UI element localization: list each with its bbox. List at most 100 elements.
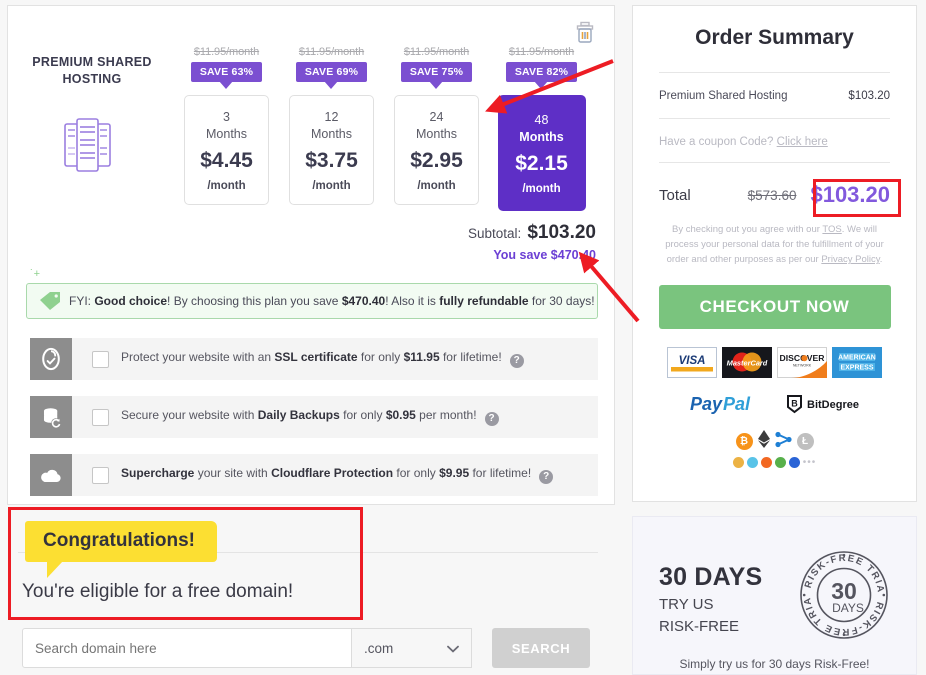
question-mark-icon[interactable]: ?: [509, 353, 524, 368]
search-input[interactable]: [22, 628, 352, 668]
congratulations-bubble: Congratulations!: [25, 521, 217, 578]
subtotal-label: Subtotal:: [468, 226, 522, 241]
database-backup-icon: [30, 396, 72, 438]
term-price: $2.15: [515, 151, 568, 175]
term-price: $2.95: [410, 148, 463, 172]
order-line-item: Premium Shared Hosting $103.20: [633, 90, 916, 102]
payment-logos: VISA MasterCard DISCOVER NETW: [633, 347, 916, 383]
term-months-number: 12: [324, 109, 339, 124]
addon-post-static-2: for lifetime!: [469, 466, 532, 481]
svg-text:EXPRESS: EXPRESS: [840, 365, 873, 372]
term-price: $3.75: [305, 148, 358, 172]
total-row: Total $573.60 $103.20: [633, 182, 916, 208]
term-period: /month: [312, 179, 351, 192]
ethereum-icon: [757, 430, 770, 453]
save-badge: SAVE 63%: [190, 62, 263, 82]
search-button[interactable]: SEARCH: [492, 628, 590, 668]
term-months-label: Months: [206, 126, 247, 141]
save-badge: SAVE 75%: [400, 62, 473, 82]
addon-bold-1: Daily Backups: [257, 408, 340, 423]
plan-title: PREMIUM SHARED HOSTING: [32, 55, 152, 86]
addon-post: per month!: [415, 408, 477, 423]
visa-icon: VISA: [667, 347, 717, 383]
term-period: /month: [417, 179, 456, 192]
term-options: $11.95/month SAVE 63% 3 Months $4.45 /mo…: [184, 46, 586, 211]
total-original-price: $573.60: [747, 187, 797, 203]
addon-bold-2: Cloudflare Protection: [271, 466, 394, 481]
privacy-policy-link[interactable]: Privacy Policy: [821, 254, 879, 265]
addon-label-cloudflare: Supercharge your site with Cloudflare Pr…: [121, 466, 554, 484]
order-summary-title: Order Summary: [695, 26, 854, 49]
addon-bold-price: $9.95: [439, 466, 470, 481]
term-card-48-months[interactable]: 48 Months $2.15 /month: [497, 95, 586, 211]
litecoin-icon: Ł: [796, 433, 814, 450]
question-mark-icon[interactable]: ?: [539, 469, 554, 484]
sparkle-decoration: ˙+: [30, 268, 41, 280]
addon-row-backups: Secure your website with Daily Backups f…: [30, 396, 598, 438]
term-card-3-months[interactable]: 3 Months $4.45 /month: [184, 95, 269, 205]
addon-bold-1: SSL certificate: [274, 350, 358, 365]
mastercard-icon: MasterCard: [722, 347, 772, 383]
chevron-down-icon: [447, 641, 459, 656]
old-price: $11.95/month: [298, 46, 365, 58]
old-price: $11.95/month: [403, 46, 470, 58]
addon-label-ssl: Protect your website with an SSL certifi…: [121, 350, 524, 368]
svg-text:NETWORK: NETWORK: [793, 364, 812, 368]
addon-label-backups: Secure your website with Daily Backups f…: [121, 408, 499, 426]
checkout-button[interactable]: CHECKOUT NOW: [658, 285, 891, 329]
trash-icon[interactable]: [574, 21, 596, 45]
order-summary-panel: Order Summary Premium Shared Hosting $10…: [632, 5, 917, 502]
total-final-price: $103.20: [810, 182, 890, 207]
term-card-24-months[interactable]: 24 Months $2.95 /month: [394, 95, 479, 205]
term-months-number: 24: [429, 109, 444, 124]
monero-icon: [760, 457, 772, 468]
addon-post: for lifetime!: [439, 350, 502, 365]
term-months-label: Months: [311, 126, 352, 141]
addon-mid: your site with: [194, 466, 272, 481]
addon-checkbox-backups[interactable]: [92, 408, 109, 426]
term-period: /month: [207, 179, 246, 192]
fyi-bold-2: $470.40: [341, 294, 386, 308]
addon-bold-2: $0.95: [385, 408, 416, 423]
total-label: Total: [659, 186, 691, 204]
fyi-bold-3: fully refundable: [439, 294, 529, 308]
addon-bold-1: Supercharge: [121, 466, 195, 481]
risk-free-trial-badge: RISK-FREE TRIAL RISK-FREE TRIAL 30 DAYS: [794, 541, 890, 641]
legal-disclaimer: By checking out you agree with our TOS. …: [633, 208, 916, 267]
old-price: $11.95/month: [508, 46, 575, 58]
alt-payment-logos: Pay Pal B BitDegree: [633, 393, 916, 420]
addon-checkbox-ssl[interactable]: [92, 350, 109, 368]
old-price: $11.95/month: [193, 46, 260, 58]
fyi-suffix: for 30 days!: [528, 294, 595, 308]
term-price: $4.45: [200, 148, 253, 172]
term-option-48: $11.95/month SAVE 82% 48 Months $2.15 /m…: [497, 46, 586, 211]
addon-pre: Secure your website with: [121, 408, 258, 423]
risk-headline: 30 DAYS: [659, 563, 763, 591]
svg-text:B: B: [791, 399, 798, 409]
fyi-text: FYI: Good choice! By choosing this plan …: [69, 294, 595, 308]
term-months-label: Months: [519, 129, 564, 144]
risk-line-2: TRY US: [659, 596, 714, 613]
save-badge: SAVE 69%: [295, 62, 368, 82]
ripple-icon: [774, 431, 792, 453]
divider: [659, 72, 890, 73]
fyi-bold-1: Good choice: [94, 294, 168, 308]
crypto-more-logos: •••: [633, 457, 916, 468]
cloudflare-cloud-icon: [30, 454, 72, 496]
subtotal-value: $103.20: [527, 222, 596, 243]
divider: [659, 118, 890, 119]
svg-text:Pay: Pay: [690, 394, 723, 414]
addon-checkbox-cloudflare[interactable]: [92, 466, 109, 484]
svg-text:BitDegree: BitDegree: [807, 399, 859, 411]
tld-dropdown[interactable]: .com: [352, 628, 472, 668]
you-save-text: You save $470.40: [493, 248, 596, 262]
amex-icon: AMERICAN EXPRESS: [832, 347, 882, 383]
term-card-12-months[interactable]: 12 Months $3.75 /month: [289, 95, 374, 205]
addon-mid: for only: [357, 350, 404, 365]
save-badge: SAVE 82%: [505, 62, 578, 82]
addon-bold-2: $11.95: [403, 350, 440, 365]
coupon-link[interactable]: Click here: [777, 136, 828, 148]
tos-link[interactable]: TOS: [822, 224, 841, 235]
question-mark-icon[interactable]: ?: [484, 411, 499, 426]
svg-text:AMERICAN: AMERICAN: [838, 355, 876, 362]
